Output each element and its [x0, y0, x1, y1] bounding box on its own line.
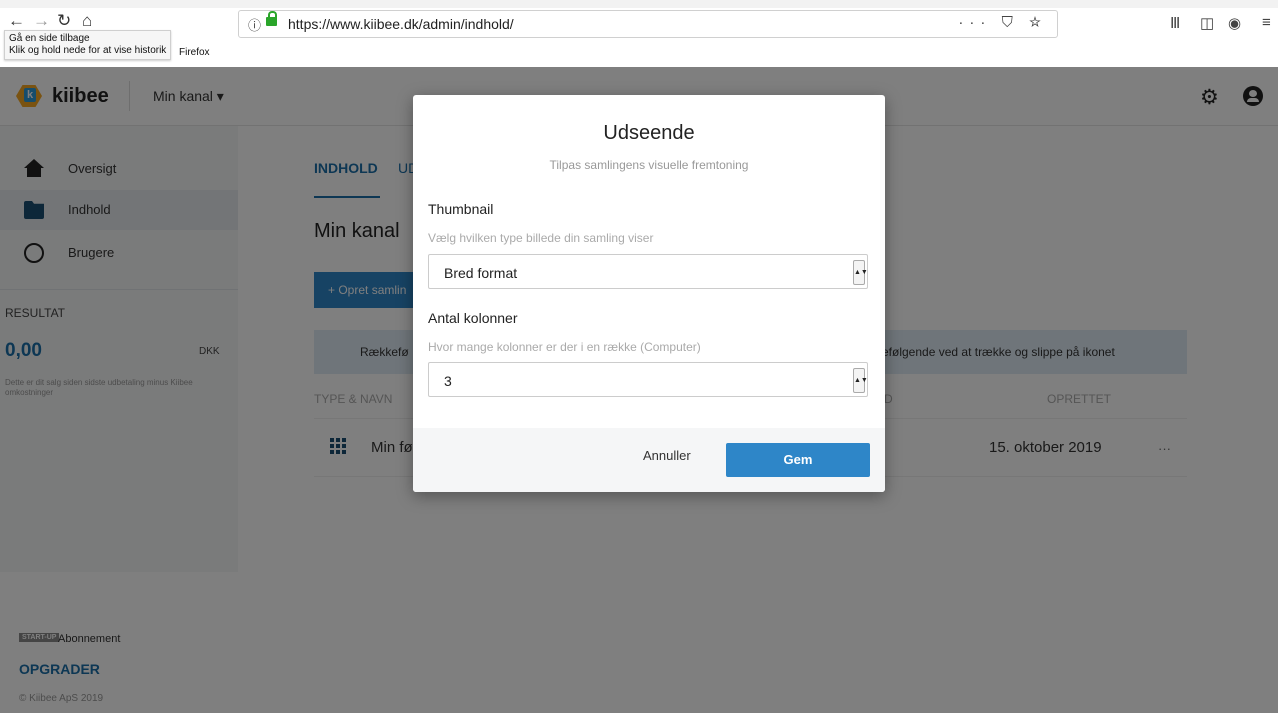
back-icon[interactable]: ← [8, 11, 25, 31]
thumbnail-help: Vælg hvilken type billede din samling vi… [428, 231, 654, 245]
home-icon[interactable]: ⌂ [82, 11, 92, 31]
columns-label: Antal kolonner [428, 310, 518, 326]
columns-select-value: 3 [444, 373, 452, 389]
dialog-subtitle: Tilpas samlingens visuelle fremtoning [549, 158, 749, 172]
chevron-updown-icon: ▲▼ [853, 260, 868, 285]
page-actions-icon[interactable]: ··· ⛉ ☆ [958, 14, 1047, 31]
library-icon[interactable]: Ⅲ [1170, 14, 1180, 32]
url-text[interactable]: https://www.kiibee.dk/admin/indhold/ [288, 16, 514, 32]
thumbnail-select-value: Bred format [444, 265, 518, 281]
menu-icon[interactable]: ≡ [1262, 14, 1271, 31]
tab-strip [0, 0, 1278, 8]
columns-help: Hvor mange kolonner er der i en række (C… [428, 340, 701, 354]
tooltip-line: Gå en side tilbage [9, 33, 90, 44]
url-bar[interactable]: ⓘ https://www.kiibee.dk/admin/indhold/ ·… [238, 10, 1058, 38]
chevron-updown-icon: ▲▼ [853, 368, 868, 393]
lock-icon [266, 11, 277, 26]
tooltip-line: Klik og hold nede for at vise historik [9, 45, 167, 56]
thumbnail-label: Thumbnail [428, 201, 494, 217]
thumbnail-select[interactable]: Bred format ▲▼ [428, 254, 868, 289]
back-tooltip: Gå en side tilbage Klik og hold nede for… [4, 30, 172, 60]
save-button[interactable]: Gem [726, 443, 870, 477]
cancel-button[interactable]: Annuller [643, 448, 691, 463]
dialog-footer: Annuller Gem [413, 428, 885, 492]
dialog-title: Udseende [603, 122, 695, 144]
reload-icon[interactable]: ↻ [57, 11, 71, 31]
extension-icon[interactable]: ◉ [1228, 14, 1241, 32]
tooltip-tail: Firefox [179, 47, 210, 58]
columns-select[interactable]: 3 ▲▼ [428, 362, 868, 397]
info-icon[interactable]: ⓘ [248, 15, 261, 34]
sidebar-icon[interactable]: ◫ [1200, 14, 1214, 32]
forward-icon[interactable]: → [33, 11, 50, 31]
appearance-dialog: Udseende Tilpas samlingens visuelle frem… [413, 95, 885, 492]
browser-toolbar: ← → ↻ ⌂ ⓘ https://www.kiibee.dk/admin/in… [0, 0, 1278, 68]
